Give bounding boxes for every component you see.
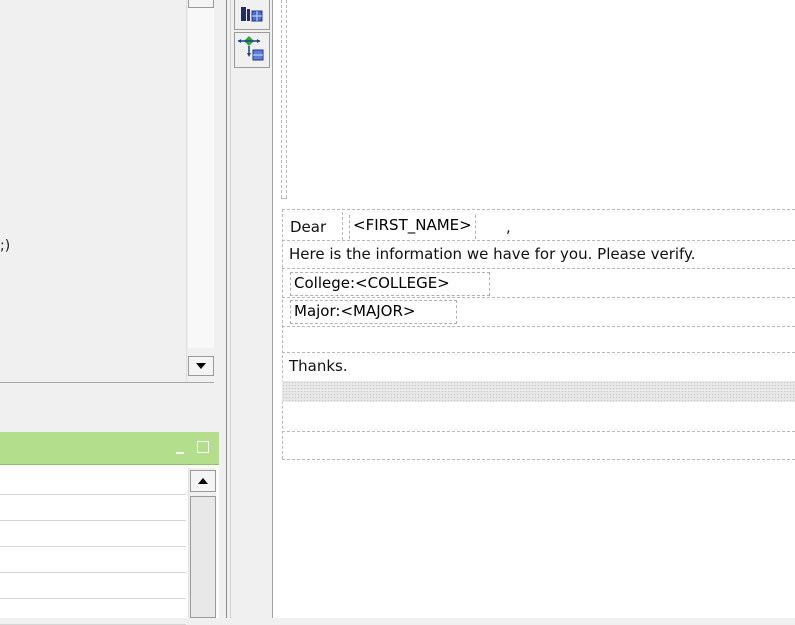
pane-divider — [0, 382, 214, 383]
line-separator — [282, 352, 795, 353]
list-item[interactable] — [0, 469, 186, 495]
selected-region[interactable] — [282, 381, 795, 402]
scroll-down-button[interactable] — [188, 356, 214, 376]
scrollbar-track[interactable] — [188, 0, 214, 348]
major-label: Major: — [294, 302, 341, 320]
panel-list — [0, 469, 186, 625]
list-item[interactable] — [0, 547, 186, 573]
major-field[interactable]: <MAJOR> — [340, 302, 415, 320]
table-insert-button[interactable] — [234, 0, 270, 30]
closing-text: Thanks. — [289, 357, 348, 375]
greeting-comma: , — [506, 218, 511, 236]
chevron-up-icon — [198, 478, 208, 484]
list-item[interactable] — [0, 573, 186, 599]
scroll-up-button[interactable] — [190, 470, 216, 492]
bottom-left-panel — [0, 432, 220, 625]
scroll-thumb[interactable] — [190, 496, 216, 618]
field-move-button[interactable] — [234, 32, 270, 68]
scroll-thumb[interactable] — [188, 0, 214, 8]
left-upper-pane: ;) — [0, 0, 215, 382]
maximize-icon[interactable] — [197, 441, 209, 453]
chevron-down-icon — [196, 363, 206, 369]
first-name-field[interactable]: <FIRST_NAME> — [349, 215, 476, 239]
field-move-icon — [238, 36, 264, 61]
guide-line — [286, 0, 287, 198]
minimize-icon[interactable] — [176, 452, 184, 454]
partial-text: ;) — [0, 238, 11, 254]
letter-document[interactable]: Dear <FIRST_NAME> , Here is the informat… — [273, 0, 795, 618]
guide-line — [281, 0, 282, 198]
panel-vertical-scrollbar[interactable] — [188, 468, 216, 618]
table-insert-icon — [241, 7, 263, 22]
section-border-bottom — [282, 459, 795, 460]
college-label: College: — [294, 274, 356, 292]
college-line[interactable]: College:<COLLEGE> — [290, 272, 490, 296]
line-separator — [282, 268, 795, 269]
line-separator — [282, 326, 795, 327]
line-separator — [282, 297, 795, 298]
guide-line — [281, 198, 287, 199]
upper-vertical-scrollbar[interactable] — [186, 0, 215, 382]
section-border-left — [282, 209, 283, 459]
list-item[interactable] — [0, 495, 186, 521]
splitter-line — [226, 0, 227, 618]
greeting-text: Dear — [290, 218, 327, 236]
line-separator — [282, 431, 795, 432]
list-item[interactable] — [0, 521, 186, 547]
guide-line — [342, 212, 343, 240]
list-item[interactable] — [0, 599, 186, 625]
vertical-toolbar — [231, 0, 273, 618]
major-line[interactable]: Major:<MAJOR> — [290, 300, 457, 324]
line-separator — [282, 240, 795, 241]
section-border-top — [282, 209, 795, 210]
panel-titlebar — [0, 432, 219, 465]
college-field[interactable]: <COLLEGE> — [355, 274, 450, 292]
intro-text: Here is the information we have for you.… — [289, 245, 696, 263]
